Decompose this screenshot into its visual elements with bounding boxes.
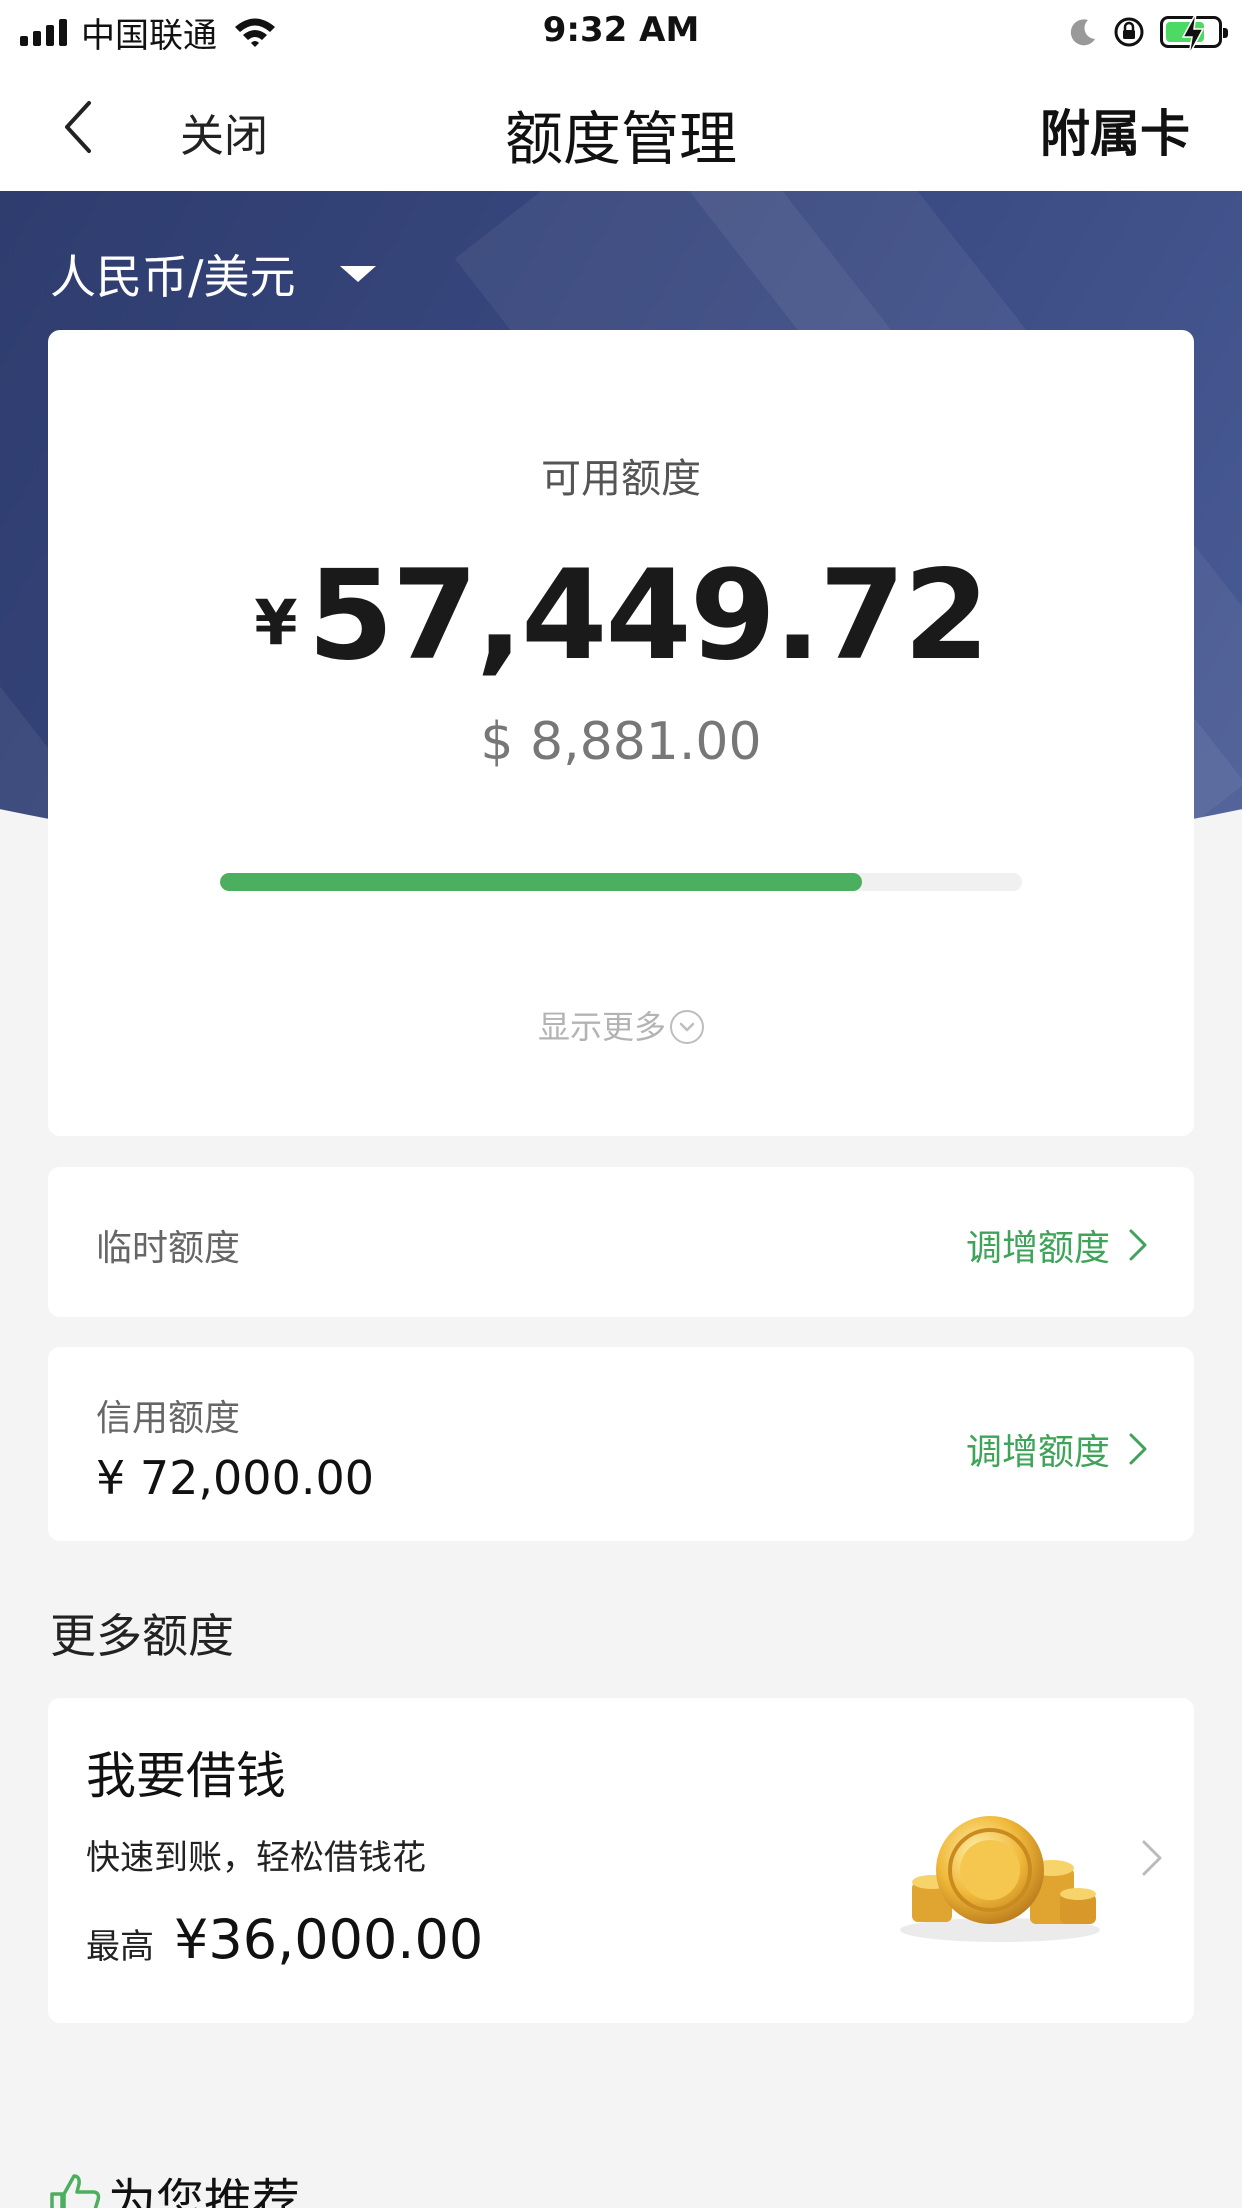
loan-max-amount: 最高 ¥36,000.00 xyxy=(86,1908,483,1971)
temporary-limit-increase-button[interactable]: 调增额度 xyxy=(966,1219,1148,1271)
more-limits-title: 更多额度 xyxy=(50,1609,234,1663)
usage-progress-fill xyxy=(220,873,862,891)
loan-max-value: ¥36,000.00 xyxy=(174,1908,484,1971)
usd-amount: $ 8,881.00 xyxy=(480,712,762,772)
usage-progress-bar xyxy=(220,873,1022,891)
chevron-right-icon xyxy=(1142,1840,1162,1876)
moon-icon xyxy=(1070,19,1095,46)
credit-limit-value: ¥ 72,000.00 xyxy=(96,1451,374,1505)
gold-coins-icon xyxy=(900,1816,1100,1942)
credit-limit-row[interactable]: 信用额度 ¥ 72,000.00 调增额度 xyxy=(48,1347,1194,1541)
increase-limit-label: 调增额度 xyxy=(965,1228,1110,1269)
battery-charging-icon xyxy=(1160,13,1228,55)
temporary-limit-label: 临时额度 xyxy=(96,1228,241,1269)
loan-subtitle: 快速到账，轻松借钱花 xyxy=(86,1838,426,1878)
show-more-label: 显示更多 xyxy=(537,1008,666,1046)
credit-limit-page: 人民币/美元 中国联通 9:32 AM 关闭 额度管理 附属卡 可用额度 ¥57… xyxy=(0,0,1242,2208)
thumbs-up-icon xyxy=(50,2174,101,2208)
available-amount-value: 57,449.72 xyxy=(307,544,989,688)
available-amount: ¥57,449.72 xyxy=(48,544,1194,688)
credit-limit-increase-button[interactable]: 调增额度 xyxy=(966,1423,1148,1475)
chevron-down-circle-icon xyxy=(670,1010,704,1044)
currency-selector-label: 人民币/美元 xyxy=(50,250,296,304)
top-bar: 中国联通 9:32 AM 关闭 额度管理 附属卡 xyxy=(0,0,1242,191)
loan-max-prefix: 最高 xyxy=(86,1927,154,1967)
caret-down-icon xyxy=(339,266,376,282)
available-limit-label: 可用额度 xyxy=(541,456,701,502)
currency-symbol: ¥ xyxy=(254,586,298,659)
loan-title: 我要借钱 xyxy=(86,1747,286,1805)
loan-card[interactable]: 我要借钱 快速到账，轻松借钱花 最高 ¥36,000.00 xyxy=(48,1698,1194,2023)
recommend-header: 为您推荐 xyxy=(48,2162,300,2208)
available-limit-card: 可用额度 ¥57,449.72 $ 8,881.00 显示更多 xyxy=(48,330,1194,1136)
chevron-right-icon xyxy=(1129,1229,1147,1261)
currency-selector[interactable]: 人民币/美元 xyxy=(50,241,376,307)
credit-limit-label: 信用额度 xyxy=(96,1398,241,1439)
orientation-lock-icon xyxy=(1114,17,1144,47)
increase-limit-label: 调增额度 xyxy=(965,1432,1110,1473)
temporary-limit-row[interactable]: 临时额度 调增额度 xyxy=(48,1167,1194,1317)
show-more-button[interactable]: 显示更多 xyxy=(48,1002,1194,1048)
supplementary-card-button[interactable]: 附属卡 xyxy=(1040,94,1190,166)
chevron-right-icon xyxy=(1129,1433,1147,1465)
status-bar: 中国联通 9:32 AM xyxy=(0,0,1242,62)
nav-bar: 关闭 额度管理 附属卡 xyxy=(0,62,1242,191)
status-time: 9:32 AM xyxy=(542,10,700,50)
recommend-label: 为您推荐 xyxy=(108,2174,301,2208)
